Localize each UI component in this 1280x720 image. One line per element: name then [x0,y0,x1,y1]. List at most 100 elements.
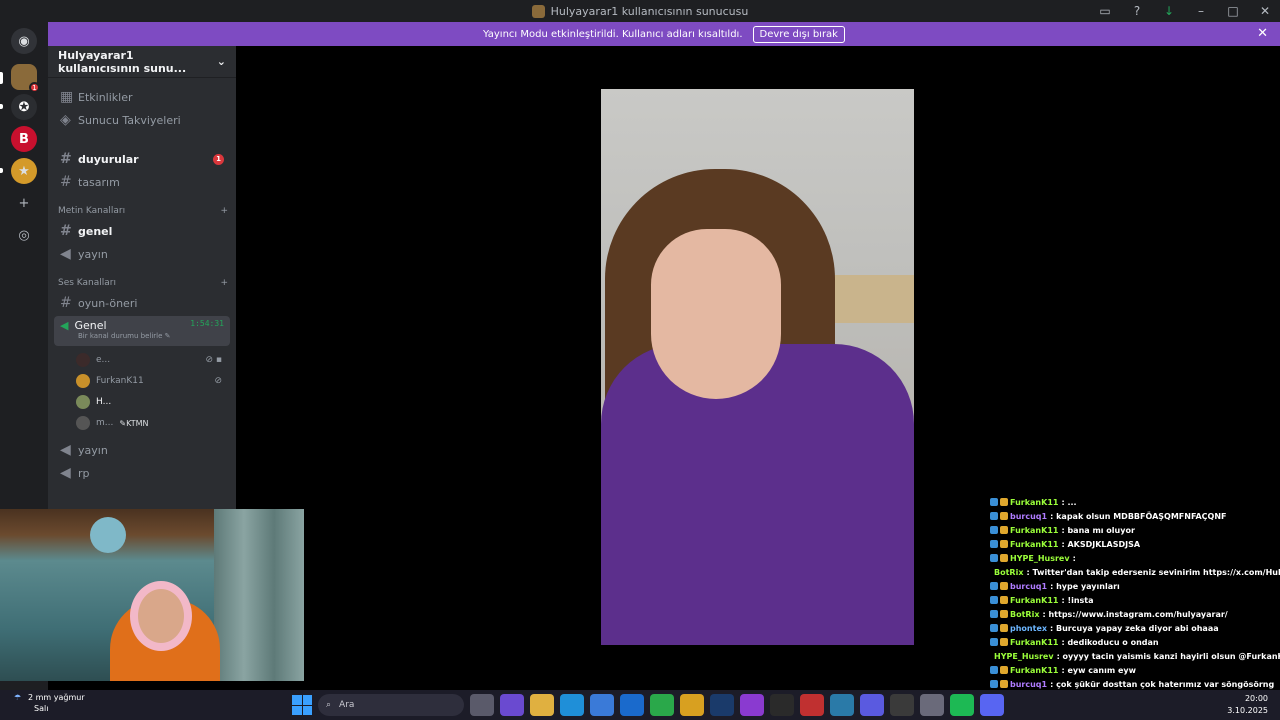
add-channel-icon[interactable]: + [220,206,228,216]
banner-close-icon[interactable]: ✕ [1257,26,1268,41]
video-stream[interactable] [601,89,914,645]
voice-user[interactable]: FurkanK11 ⊘ [76,372,226,390]
github-icon[interactable] [890,694,914,716]
explore-servers-icon[interactable]: ◎ [11,222,37,248]
channel-status[interactable]: Bir kanal durumu belirle [78,332,162,340]
chat-badge-icon [990,512,998,520]
channel-genel[interactable]: # genel [54,221,230,241]
avatar [76,374,90,388]
boosts-label: Sunucu Takviyeleri [78,113,181,127]
person-shirt-image [601,344,914,645]
chat-badge-icon [1000,666,1008,674]
minimize-icon[interactable]: – [1194,4,1208,18]
category-text-channels[interactable]: Metin Kanalları + [58,206,228,216]
chat-message: FurkanK11: !insta [990,593,1280,607]
help-icon[interactable]: ? [1130,4,1144,18]
clock[interactable]: 20:00 3.10.2025 [1227,693,1268,717]
chrome-icon[interactable] [680,694,704,716]
voice-user[interactable]: H... [76,393,226,411]
outlook-icon[interactable] [620,694,644,716]
guild-name: Hulyayarar1 kullanıcısının sunu... [58,48,187,75]
add-channel-icon[interactable]: + [220,278,228,288]
category-label: Metin Kanalları [58,206,126,216]
shark-icon[interactable] [830,694,854,716]
app2-icon[interactable] [860,694,884,716]
file-explorer-icon[interactable] [470,694,494,716]
category-label: Ses Kanalları [58,278,116,288]
hash-icon: # [60,295,72,311]
weather-widget[interactable]: ☂ 2 mm yağmur Salı [14,692,85,714]
category-voice-channels[interactable]: Ses Kanalları + [58,278,228,288]
download-icon[interactable]: ↓ [1162,4,1176,18]
chat-badge-icon [990,554,998,562]
chat-text: : https://www.instagram.com/hulyayarar/ [1042,609,1228,619]
screen-share-icon[interactable]: ▭ [1098,4,1112,18]
voice-channel-label: Genel [74,319,107,332]
channel-yayin[interactable]: ◀ yayın [54,244,230,264]
disable-streamer-mode-button[interactable]: Devre dışı bırak [752,25,845,43]
maximize-icon[interactable]: □ [1226,4,1240,18]
channel-duyurular[interactable]: # duyurular 1 [54,149,230,169]
edit-icon[interactable]: ✎ [165,332,171,340]
chat-text: : AKSDJKLASDJSA [1061,539,1141,549]
chat-username: FurkanK11 [1010,637,1059,647]
server-b-icon[interactable]: B [11,126,37,152]
chat-badge-icon [1000,610,1008,618]
speaker-icon: ◀ [60,246,71,262]
chat-username: FurkanK11 [1010,525,1059,535]
game-icon[interactable] [800,694,824,716]
channel-oyun-oneri[interactable]: # oyun-öneri [54,293,230,313]
muted-icon: ⊘ [214,376,222,386]
windows-start-icon[interactable] [292,695,312,715]
add-server-icon[interactable]: + [11,190,37,216]
close-icon[interactable]: ✕ [1258,4,1272,18]
taskbar-search[interactable]: ⌕ Ara [318,694,464,716]
discord-home-icon[interactable]: ◉ [11,28,37,54]
channel-label: tasarım [78,175,120,189]
unread-badge: 1 [213,153,224,165]
window-title: Hulyayarar1 kullanıcısının sunucusu [550,4,749,18]
rain-icon: ☂ [14,693,22,702]
channel-label: genel [78,224,113,238]
folder-icon[interactable] [530,694,554,716]
channel-yayin-2[interactable]: ◀ yayın [54,440,230,460]
voice-channel-genel[interactable]: ◀ Genel 1:54:31 Bir kanal durumu belirle … [54,316,230,346]
events-item[interactable]: ▦ Etkinlikler [54,87,230,107]
window-controls: ▭ ? ↓ – □ ✕ [1098,0,1272,22]
time: 20:00 [1244,694,1268,703]
server-avatar-icon [531,4,545,18]
epic-games-icon[interactable] [770,694,794,716]
app-icon[interactable] [740,694,764,716]
weather-day: Salı [34,704,49,713]
app3-icon[interactable] [920,694,944,716]
chat-message: burcuq1: hype yayınları [990,579,1280,593]
hash-icon: # [60,174,72,190]
channel-rp[interactable]: ◀ rp [54,463,230,483]
server-yellow-icon[interactable]: ★ [11,158,37,184]
chat-message: HYPE_Husrev: oyyyy tacin yaismis kanzi h… [990,649,1280,663]
server-stars-icon[interactable]: ✪ [11,94,37,120]
discord-icon[interactable] [980,694,1004,716]
store-icon[interactable] [590,694,614,716]
spotify-icon[interactable] [950,694,974,716]
edge-icon[interactable] [560,694,584,716]
copilot-icon[interactable] [500,694,524,716]
guild-header[interactable]: Hulyayarar1 kullanıcısının sunu... ⌄ [48,46,236,78]
channel-label: duyurular [78,152,139,166]
webcam-overlay [0,509,304,681]
channel-tasarim[interactable]: # tasarım [54,172,230,192]
server-badge: 1 [29,82,40,93]
xbox-icon[interactable] [650,694,674,716]
chat-text: : Burcuya yapay zeka diyor abi ohaaa [1050,623,1219,633]
avatar [76,395,90,409]
steam-icon[interactable] [710,694,734,716]
voice-user[interactable]: m... ✎KTMN [76,414,226,432]
chat-username: HYPE_Husrev [1010,553,1070,563]
voice-user[interactable]: e... ⊘ ▪ [76,351,226,369]
chat-username: FurkanK11 [1010,665,1059,675]
calendar-icon: ▦ [60,89,74,105]
chat-text: : !insta [1061,595,1094,605]
server-hulyayarar-icon[interactable]: 1 [11,64,40,93]
lamp-image [90,517,126,553]
server-boosts-item[interactable]: ◈ Sunucu Takviyeleri [54,110,230,130]
